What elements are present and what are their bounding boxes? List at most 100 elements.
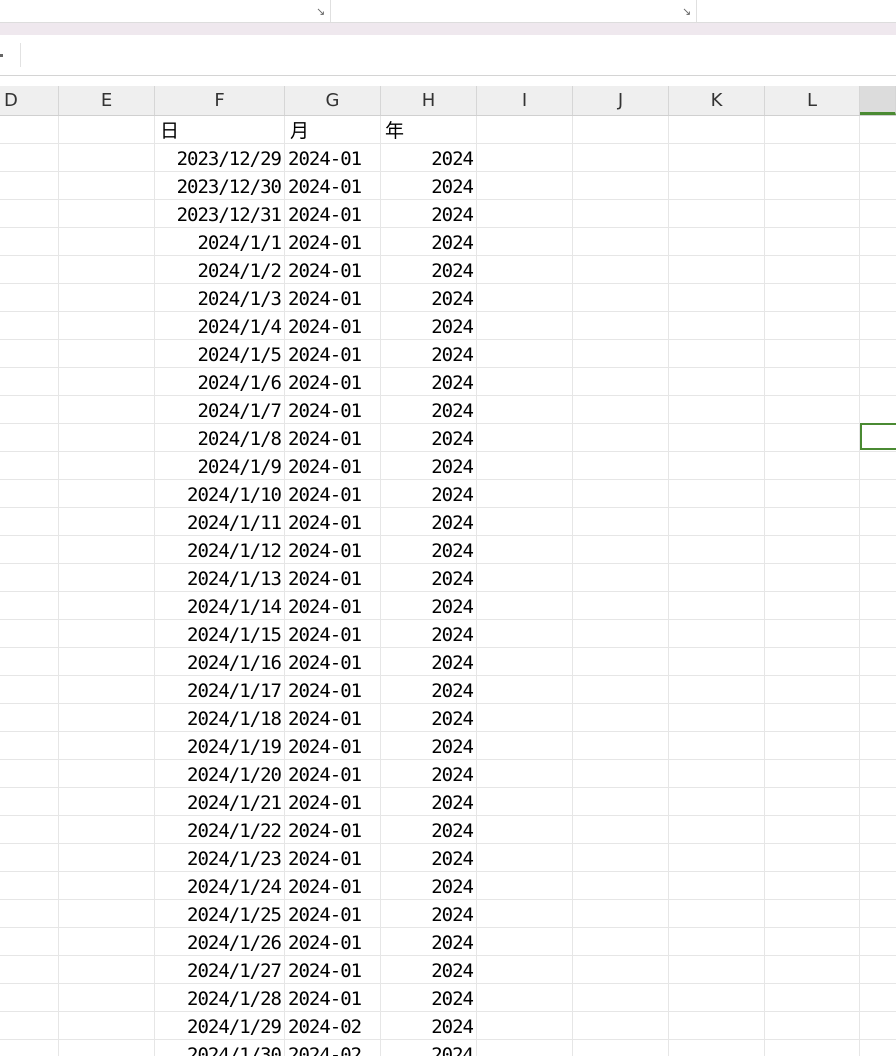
cell[interactable]: 2024 bbox=[381, 508, 474, 535]
cell[interactable]: 2024/1/23 bbox=[155, 844, 282, 871]
cell[interactable]: 2024-01 bbox=[288, 284, 380, 311]
cell[interactable]: 2024 bbox=[381, 172, 474, 199]
cell[interactable]: 2024-01 bbox=[288, 928, 380, 955]
cell[interactable]: 2024/1/24 bbox=[155, 872, 282, 899]
active-cell-cursor[interactable] bbox=[860, 423, 896, 450]
spreadsheet-grid[interactable]: 日月年 2023/12/29 2024-01 2024 2023/12/30 2024-0… bbox=[0, 116, 896, 1056]
cell[interactable]: 日 bbox=[160, 116, 260, 143]
cell[interactable]: 2024/1/30 bbox=[155, 1040, 282, 1056]
cell[interactable]: 2024 bbox=[381, 228, 474, 255]
cell[interactable]: 2024 bbox=[381, 984, 474, 1011]
cell[interactable]: 2024 bbox=[381, 900, 474, 927]
cell[interactable]: 2024-01 bbox=[288, 788, 380, 815]
cell[interactable]: 2024 bbox=[381, 928, 474, 955]
cell[interactable]: 2024 bbox=[381, 704, 474, 731]
cell[interactable]: 2024/1/16 bbox=[155, 648, 282, 675]
cell[interactable]: 2024/1/2 bbox=[155, 256, 282, 283]
cell[interactable]: 2024 bbox=[381, 564, 474, 591]
cell[interactable]: 2024 bbox=[381, 144, 474, 171]
name-box-edge[interactable] bbox=[0, 54, 3, 57]
column-header-f[interactable]: F bbox=[155, 86, 285, 115]
formula-input[interactable] bbox=[22, 35, 896, 77]
cell[interactable]: 2024-01 bbox=[288, 228, 380, 255]
cell[interactable]: 2024-01 bbox=[288, 620, 380, 647]
cell[interactable]: 2024-01 bbox=[288, 452, 380, 479]
cell[interactable]: 2024-01 bbox=[288, 368, 380, 395]
cell[interactable]: 2024-01 bbox=[288, 424, 380, 451]
cell[interactable]: 2024 bbox=[381, 956, 474, 983]
cell[interactable]: 2024 bbox=[381, 340, 474, 367]
cell[interactable]: 2024-01 bbox=[288, 872, 380, 899]
cell[interactable]: 2024 bbox=[381, 424, 474, 451]
cell[interactable]: 2024/1/27 bbox=[155, 956, 282, 983]
cell[interactable]: 2024/1/29 bbox=[155, 1012, 282, 1039]
cell[interactable]: 2024-01 bbox=[288, 172, 380, 199]
cell[interactable]: 2024/1/17 bbox=[155, 676, 282, 703]
cell[interactable]: 2024 bbox=[381, 312, 474, 339]
cell[interactable]: 2024 bbox=[381, 648, 474, 675]
cell[interactable]: 2024/1/10 bbox=[155, 480, 282, 507]
cell[interactable]: 2024 bbox=[381, 816, 474, 843]
cell[interactable]: 2024 bbox=[381, 536, 474, 563]
cell[interactable]: 2024/1/9 bbox=[155, 452, 282, 479]
cell[interactable]: 2024 bbox=[381, 788, 474, 815]
cell[interactable]: 2024-01 bbox=[288, 508, 380, 535]
cell[interactable]: 2024/1/12 bbox=[155, 536, 282, 563]
cell[interactable]: 2024/1/18 bbox=[155, 704, 282, 731]
column-header-m[interactable] bbox=[860, 86, 896, 115]
cell[interactable]: 2024/1/22 bbox=[155, 816, 282, 843]
cell[interactable]: 2024/1/26 bbox=[155, 928, 282, 955]
cell[interactable]: 2024-01 bbox=[288, 732, 380, 759]
group-dialog-launcher-icon[interactable]: ↘ bbox=[316, 6, 325, 17]
cell[interactable]: 2024/1/4 bbox=[155, 312, 282, 339]
cell[interactable]: 2024/1/3 bbox=[155, 284, 282, 311]
cell[interactable]: 2024-01 bbox=[288, 480, 380, 507]
group-dialog-launcher-icon[interactable]: ↘ bbox=[682, 6, 691, 17]
cell[interactable]: 2024 bbox=[381, 676, 474, 703]
cell[interactable]: 2024-01 bbox=[288, 312, 380, 339]
cell[interactable]: 2024/1/7 bbox=[155, 396, 282, 423]
cell[interactable]: 2024 bbox=[381, 452, 474, 479]
cell[interactable]: 2023/12/31 bbox=[155, 200, 282, 227]
cell[interactable]: 2024-01 bbox=[288, 760, 380, 787]
cell[interactable]: 2024 bbox=[381, 284, 474, 311]
cell[interactable]: 2024-01 bbox=[288, 844, 380, 871]
cell[interactable]: 年 bbox=[385, 116, 465, 143]
cell[interactable]: 2023/12/30 bbox=[155, 172, 282, 199]
cell[interactable]: 2024-01 bbox=[288, 984, 380, 1011]
cell[interactable]: 2024/1/14 bbox=[155, 592, 282, 619]
cell[interactable]: 2024-01 bbox=[288, 564, 380, 591]
column-header-e[interactable]: E bbox=[59, 86, 155, 115]
cell[interactable]: 2024 bbox=[381, 396, 474, 423]
cell[interactable]: 2024/1/1 bbox=[155, 228, 282, 255]
column-header-h[interactable]: H bbox=[381, 86, 477, 115]
cell[interactable]: 2024/1/6 bbox=[155, 368, 282, 395]
cell[interactable]: 2024 bbox=[381, 368, 474, 395]
cell[interactable]: 2024 bbox=[381, 620, 474, 647]
cell[interactable]: 2024-02 bbox=[288, 1040, 380, 1056]
cell[interactable]: 2024/1/25 bbox=[155, 900, 282, 927]
column-header-j[interactable]: J bbox=[573, 86, 669, 115]
cell[interactable]: 2024-01 bbox=[288, 340, 380, 367]
cell[interactable]: 2024-01 bbox=[288, 704, 380, 731]
cell[interactable]: 2024 bbox=[381, 592, 474, 619]
cell[interactable]: 2024 bbox=[381, 480, 474, 507]
cell[interactable]: 2024/1/19 bbox=[155, 732, 282, 759]
cell[interactable]: 2024 bbox=[381, 760, 474, 787]
column-header-k[interactable]: K bbox=[669, 86, 765, 115]
cell[interactable]: 2024/1/15 bbox=[155, 620, 282, 647]
cell[interactable]: 2024-01 bbox=[288, 536, 380, 563]
column-header-g[interactable]: G bbox=[285, 86, 381, 115]
cell[interactable]: 2024 bbox=[381, 732, 474, 759]
cell[interactable]: 2024/1/5 bbox=[155, 340, 282, 367]
cell[interactable]: 2024-01 bbox=[288, 592, 380, 619]
cell[interactable]: 2024-01 bbox=[288, 676, 380, 703]
cell[interactable]: 2023/12/29 bbox=[155, 144, 282, 171]
cell[interactable]: 2024 bbox=[381, 1040, 474, 1056]
cell[interactable]: 2024-01 bbox=[288, 144, 380, 171]
cell[interactable]: 2024/1/8 bbox=[155, 424, 282, 451]
cell[interactable]: 2024 bbox=[381, 256, 474, 283]
cell[interactable]: 2024/1/28 bbox=[155, 984, 282, 1011]
cell[interactable]: 2024-01 bbox=[288, 816, 380, 843]
cell[interactable]: 2024-02 bbox=[288, 1012, 380, 1039]
